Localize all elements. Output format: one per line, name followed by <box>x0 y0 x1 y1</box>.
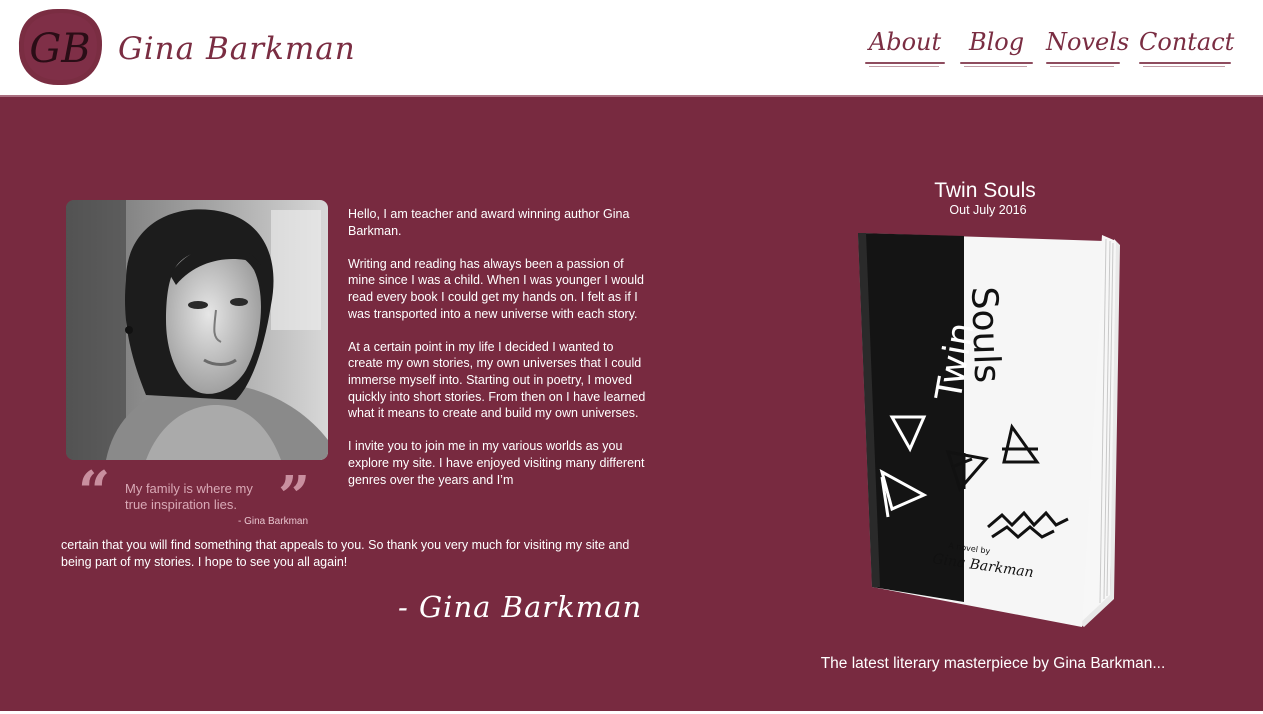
bio-paragraph: At a certain point in my life I decided … <box>348 339 646 421</box>
bio-continuation: certain that you will find something tha… <box>61 538 630 569</box>
nav-contact[interactable]: Contact <box>1139 28 1235 67</box>
nav-blog[interactable]: Blog <box>960 28 1033 67</box>
nav-novels[interactable]: Novels <box>1046 30 1129 67</box>
nav-contact-label: Contact <box>1139 28 1235 56</box>
bio-paragraph: Hello, I am teacher and award winning au… <box>348 207 630 238</box>
bio-text: Hello, I am teacher and award winning au… <box>348 206 648 505</box>
nav-about[interactable]: About <box>865 28 945 67</box>
bio-paragraph: Writing and reading has always been a pa… <box>348 256 644 321</box>
quote-attribution: - Gina Barkman <box>238 516 309 527</box>
site-brand[interactable]: Gina Barkman <box>118 34 356 65</box>
book-cover[interactable]: Twin Souls A novel by Gina Barkman <box>852 227 1122 632</box>
nav-about-label: About <box>868 28 942 56</box>
quote-open-icon: “ <box>78 459 111 525</box>
signature: - Gina Barkman <box>398 590 643 624</box>
author-quote: My family is where my true inspiration l… <box>125 481 253 512</box>
site-header: GB Gina Barkman About Blog Novels Contac… <box>0 0 1263 95</box>
book-tagline: The latest literary masterpiece by Gina … <box>820 655 1166 672</box>
author-photo <box>66 200 328 460</box>
nav-blog-label: Blog <box>968 28 1025 56</box>
book-release: Out July 2016 <box>949 203 1027 217</box>
logo-text: GB <box>29 26 90 72</box>
book-title: Twin Souls <box>934 179 1036 202</box>
main-content: “ ” My family is where my true inspirati… <box>0 97 1263 711</box>
logo-gb[interactable]: GB <box>16 7 104 87</box>
nav-novels-label: Novels <box>1046 28 1130 56</box>
bio-paragraph: I invite you to join me in my various wo… <box>348 439 645 487</box>
cover-title-right: Souls <box>963 286 1007 384</box>
